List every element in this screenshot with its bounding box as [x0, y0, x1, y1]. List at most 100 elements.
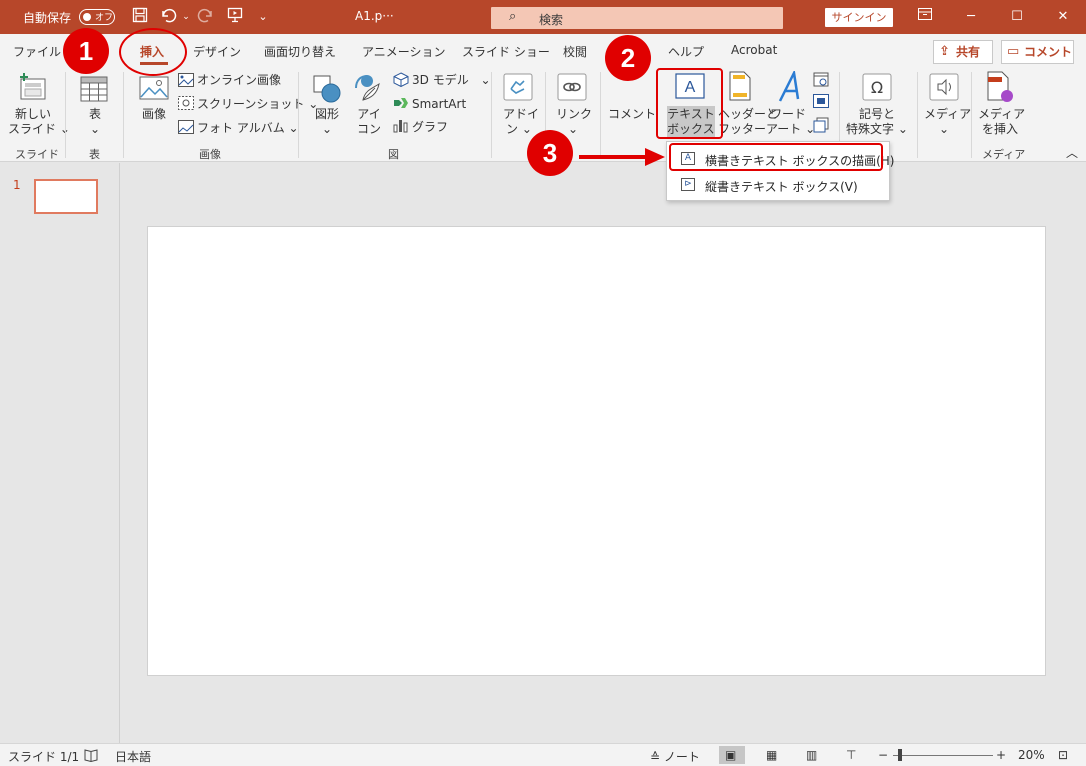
tab-review[interactable]: 校閲 [563, 43, 587, 60]
group-separator [917, 72, 918, 158]
slide-info: スライド 1/1 [8, 750, 80, 764]
addin-label-line2: ン ⌄ [506, 122, 532, 136]
photo-album-icon [178, 120, 194, 137]
icons-icon[interactable] [353, 72, 383, 107]
slideshow-icon[interactable]: ⊤ [846, 748, 856, 762]
graph-icon [393, 118, 409, 136]
maximize-icon[interactable]: ☐ [1002, 5, 1032, 29]
spellcheck-icon[interactable] [84, 748, 98, 765]
insert-media-icon[interactable] [985, 71, 1015, 106]
group-separator [971, 72, 972, 158]
search-box[interactable]: ⌕ 検索 [491, 7, 783, 29]
group-figure-label: 図 [388, 148, 399, 161]
tab-file[interactable]: ファイル [13, 43, 61, 60]
slide-number: 1 [13, 178, 21, 192]
language-label[interactable]: 日本語 [115, 748, 151, 765]
slide-sorter-icon[interactable]: ▦ [766, 748, 777, 762]
ribbon-display-options-icon[interactable] [910, 5, 940, 29]
object-icon[interactable] [813, 117, 829, 136]
image-icon[interactable] [139, 76, 169, 105]
signin-button[interactable]: サインイン [825, 8, 893, 27]
zoom-level[interactable]: 20% [1018, 748, 1045, 762]
symbols-icon[interactable]: Ω [862, 73, 892, 104]
tab-design[interactable]: デザイン [193, 43, 241, 60]
comments-label: コメント [1024, 45, 1073, 59]
minimize-icon[interactable]: ─ [956, 5, 986, 29]
group-image-label: 画像 [199, 148, 221, 161]
comment-button[interactable]: コメント [608, 107, 656, 122]
group-separator [123, 72, 124, 158]
customize-toolbar-icon[interactable]: ⌄ [253, 7, 273, 27]
slide-thumbnail[interactable] [34, 179, 98, 214]
slide-thumbnail-pane: 1 [0, 163, 120, 743]
shapes-label[interactable]: 図形 ⌄ [312, 107, 342, 137]
undo-dropdown-icon[interactable]: ⌄ [176, 7, 196, 27]
wordart-icon[interactable] [776, 68, 804, 106]
photo-album-button[interactable]: フォト アルバム ⌄ [197, 121, 299, 136]
graph-button[interactable]: グラフ [412, 120, 448, 135]
addin-icon[interactable] [503, 73, 533, 104]
zoom-out-icon[interactable]: − [878, 748, 888, 762]
media-label[interactable]: メディア ⌄ [924, 107, 971, 137]
tab-help[interactable]: ヘルプ [668, 43, 704, 60]
menu-item-vertical-textbox[interactable]: ⊳ 縦書きテキスト ボックス(V) [667, 172, 889, 198]
symbols-label-line1: 記号と [858, 107, 895, 121]
autosave-toggle[interactable]: オフ [79, 9, 115, 25]
link-icon[interactable] [557, 73, 587, 104]
table-icon[interactable] [80, 76, 108, 105]
fit-to-window-icon[interactable]: ⊡ [1058, 748, 1068, 762]
autosave-state: オフ [95, 13, 114, 23]
new-slide-icon[interactable] [18, 72, 48, 105]
tab-animations[interactable]: アニメーション [362, 43, 446, 60]
header-footer-icon[interactable] [728, 71, 752, 104]
smartart-button[interactable]: SmartArt [412, 97, 466, 112]
tab-slideshow[interactable]: スライド ショー [462, 43, 550, 60]
group-separator [298, 72, 299, 158]
online-image-button[interactable]: オンライン画像 [197, 73, 281, 88]
comments-button[interactable]: ▭ コメント [1001, 40, 1074, 64]
screenshot-button[interactable]: スクリーンショット ⌄ [197, 97, 318, 112]
tab-acrobat[interactable]: Acrobat [731, 43, 777, 57]
shapes-dropdown-icon: ⌄ [321, 122, 333, 136]
zoom-slider-thumb[interactable] [898, 749, 902, 761]
shapes-icon[interactable] [312, 74, 342, 107]
undo-icon[interactable] [158, 7, 178, 27]
slide-canvas[interactable] [147, 226, 1046, 676]
close-icon[interactable]: ✕ [1048, 5, 1078, 29]
media-icon[interactable] [929, 73, 959, 104]
present-icon[interactable] [225, 7, 245, 27]
normal-view-icon[interactable]: ▣ [725, 748, 736, 762]
screenshot-label: スクリーンショット [197, 97, 305, 111]
wordart-label[interactable]: ワード アート ⌄ [766, 107, 815, 137]
notes-icon: ≙ [650, 750, 664, 764]
table-label[interactable]: 表 ⌄ [82, 107, 108, 137]
annotation-badge-3: 3 [527, 130, 573, 176]
new-slide-label-line1: 新しい [14, 107, 51, 121]
reading-view-icon[interactable]: ▥ [806, 748, 817, 762]
notes-button[interactable]: ≙ ノート [650, 748, 700, 765]
share-button[interactable]: ⇪ 共有 [933, 40, 993, 64]
zoom-slider[interactable] [893, 755, 993, 756]
icons-label[interactable]: アイ コン [354, 107, 384, 137]
tab-transitions[interactable]: 画面切り替え [264, 43, 336, 60]
3d-model-button[interactable]: 3D モデル ⌄ [412, 73, 491, 88]
image-label[interactable]: 画像 [137, 107, 171, 122]
save-icon[interactable] [130, 7, 150, 27]
insert-media-label[interactable]: メディア を挿入 [978, 107, 1025, 137]
slide-number-icon[interactable] [813, 94, 829, 111]
annotation-arrow [575, 146, 667, 171]
online-image-icon [178, 73, 194, 90]
header-footer-label[interactable]: ヘッダーと フッター [718, 107, 778, 137]
symbols-label[interactable]: 記号と 特殊文字 ⌄ [845, 107, 909, 137]
date-time-icon[interactable] [813, 71, 829, 90]
addin-label[interactable]: アドイ ン ⌄ [503, 107, 539, 137]
collapse-ribbon-icon[interactable]: ︿ [1066, 146, 1078, 161]
zoom-in-icon[interactable]: + [996, 748, 1006, 762]
redo-icon[interactable] [196, 7, 216, 27]
shapes-label-text: 図形 [314, 107, 339, 121]
share-label: 共有 [956, 45, 981, 59]
wordart-label-text: アート [766, 122, 802, 136]
new-slide-label[interactable]: 新しい スライド ⌄ [8, 107, 70, 137]
group-separator [491, 72, 492, 158]
screenshot-icon [178, 96, 194, 113]
